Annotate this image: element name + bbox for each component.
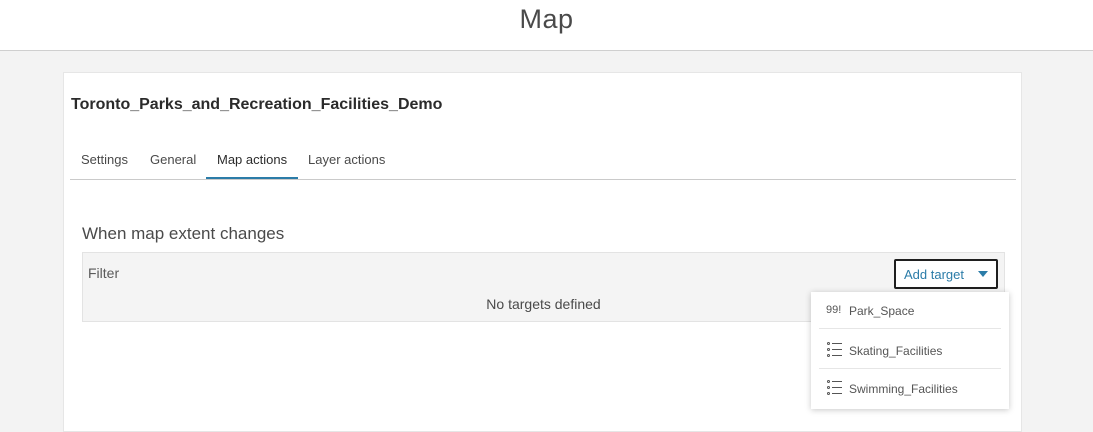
tab-bar: Settings General Map actions Layer actio…: [70, 148, 1016, 180]
filter-label: Filter: [88, 265, 120, 281]
caret-down-icon: [978, 271, 988, 277]
section-title: When map extent changes: [82, 224, 285, 243]
dropdown-item-label: Skating_Facilities: [849, 344, 943, 358]
tab-map-actions[interactable]: Map actions: [206, 148, 299, 179]
app-title: Toronto_Parks_and_Recreation_Facilities_…: [71, 96, 443, 113]
page-title: Map: [519, 4, 574, 34]
tab-general[interactable]: General: [139, 148, 207, 179]
point-layer-icon: 99!: [826, 304, 842, 316]
add-target-button[interactable]: Add target: [894, 259, 998, 289]
tab-layer-actions[interactable]: Layer actions: [297, 148, 396, 179]
dropdown-item-swimming-facilities[interactable]: Swimming_Facilities: [819, 370, 1001, 407]
list-layer-icon: [827, 380, 842, 395]
dropdown-item-label: Swimming_Facilities: [849, 382, 958, 396]
dropdown-item-label: Park_Space: [849, 304, 915, 318]
add-target-label: Add target: [904, 267, 964, 282]
top-header: Map: [0, 0, 1093, 51]
dropdown-item-skating-facilities[interactable]: Skating_Facilities: [819, 332, 1001, 369]
target-dropdown: 99! Park_Space Skating_Facilities Swimmi…: [811, 292, 1009, 409]
list-layer-icon: [827, 342, 842, 357]
dropdown-item-park-space[interactable]: 99! Park_Space: [819, 292, 1001, 329]
tab-settings[interactable]: Settings: [70, 148, 139, 179]
